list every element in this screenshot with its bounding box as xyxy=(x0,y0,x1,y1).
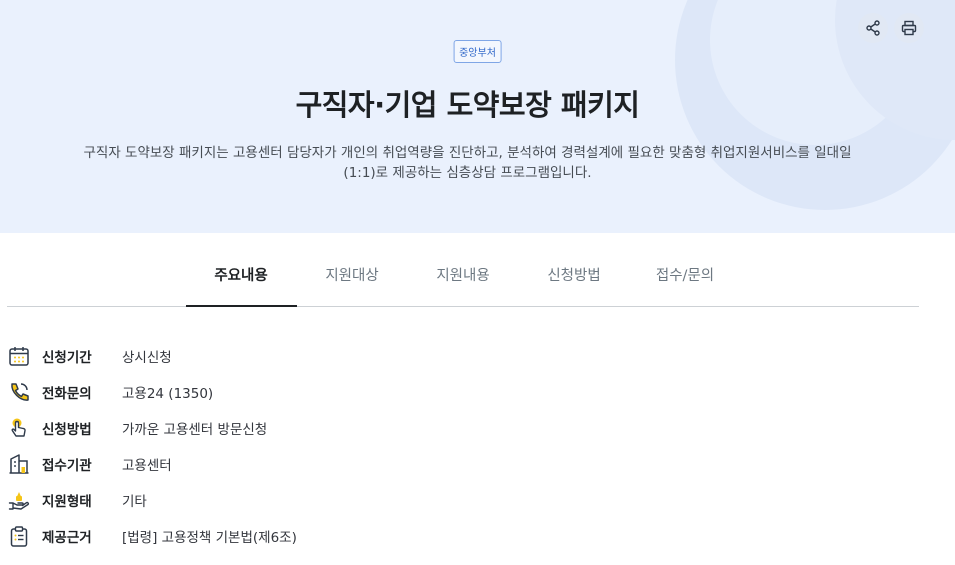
tab-support-details[interactable]: 지원내용 xyxy=(408,253,519,306)
printer-icon xyxy=(901,20,917,36)
info-value: 가까운 고용센터 방문신청 xyxy=(122,422,268,438)
phone-icon xyxy=(7,380,31,404)
info-label: 신청기간 xyxy=(42,350,92,366)
hero-section: 중앙부처 구직자·기업 도약보장 패키지 구직자 도약보장 패키지는 고용센터 … xyxy=(0,0,955,233)
info-value: 기타 xyxy=(122,494,147,510)
tab-application-method[interactable]: 신청방법 xyxy=(519,253,630,306)
summary-info-list: 신청기간 상시신청 전화문의 고용24 (1350) 신청방법 가까운 고용센터… xyxy=(7,338,607,554)
info-value: 고용센터 xyxy=(122,458,172,474)
info-row-legal-basis: 제공근거 [법령] 고용정책 기본법(제6조) xyxy=(7,518,607,554)
tab-main-content[interactable]: 주요내용 xyxy=(185,253,297,307)
header-toolbar xyxy=(858,13,924,43)
info-value: 상시신청 xyxy=(122,350,172,366)
tab-contact[interactable]: 접수/문의 xyxy=(630,253,741,306)
clipboard-icon xyxy=(7,524,31,548)
category-badge: 중앙부처 xyxy=(453,40,502,63)
info-label: 신청방법 xyxy=(42,422,92,438)
share-icon xyxy=(866,20,880,36)
hand-pointer-icon xyxy=(7,416,31,440)
info-value: [법령] 고용정책 기본법(제6조) xyxy=(122,530,297,546)
hand-support-icon xyxy=(7,488,31,512)
tab-eligibility[interactable]: 지원대상 xyxy=(297,253,408,306)
page-title: 구직자·기업 도약보장 패키지 xyxy=(295,88,640,122)
print-button[interactable] xyxy=(894,13,924,43)
building-icon xyxy=(7,452,31,476)
info-label: 전화문의 xyxy=(42,386,92,402)
share-button[interactable] xyxy=(858,13,888,43)
info-row-application-period: 신청기간 상시신청 xyxy=(7,338,607,374)
info-label: 제공근거 xyxy=(42,530,92,546)
calendar-icon xyxy=(7,344,31,368)
info-value: 고용24 (1350) xyxy=(122,386,214,402)
info-row-receiving-agency: 접수기관 고용센터 xyxy=(7,446,607,482)
info-label: 접수기관 xyxy=(42,458,92,474)
page-description: 구직자 도약보장 패키지는 고용센터 담당자가 개인의 취업역량을 진단하고, … xyxy=(83,145,852,181)
info-label: 지원형태 xyxy=(42,494,92,510)
info-row-phone: 전화문의 고용24 (1350) xyxy=(7,374,607,410)
info-row-support-type: 지원형태 기타 xyxy=(7,482,607,518)
content-tabs: 주요내용 지원대상 지원내용 신청방법 접수/문의 xyxy=(7,253,919,307)
info-row-application-method: 신청방법 가까운 고용센터 방문신청 xyxy=(7,410,607,446)
